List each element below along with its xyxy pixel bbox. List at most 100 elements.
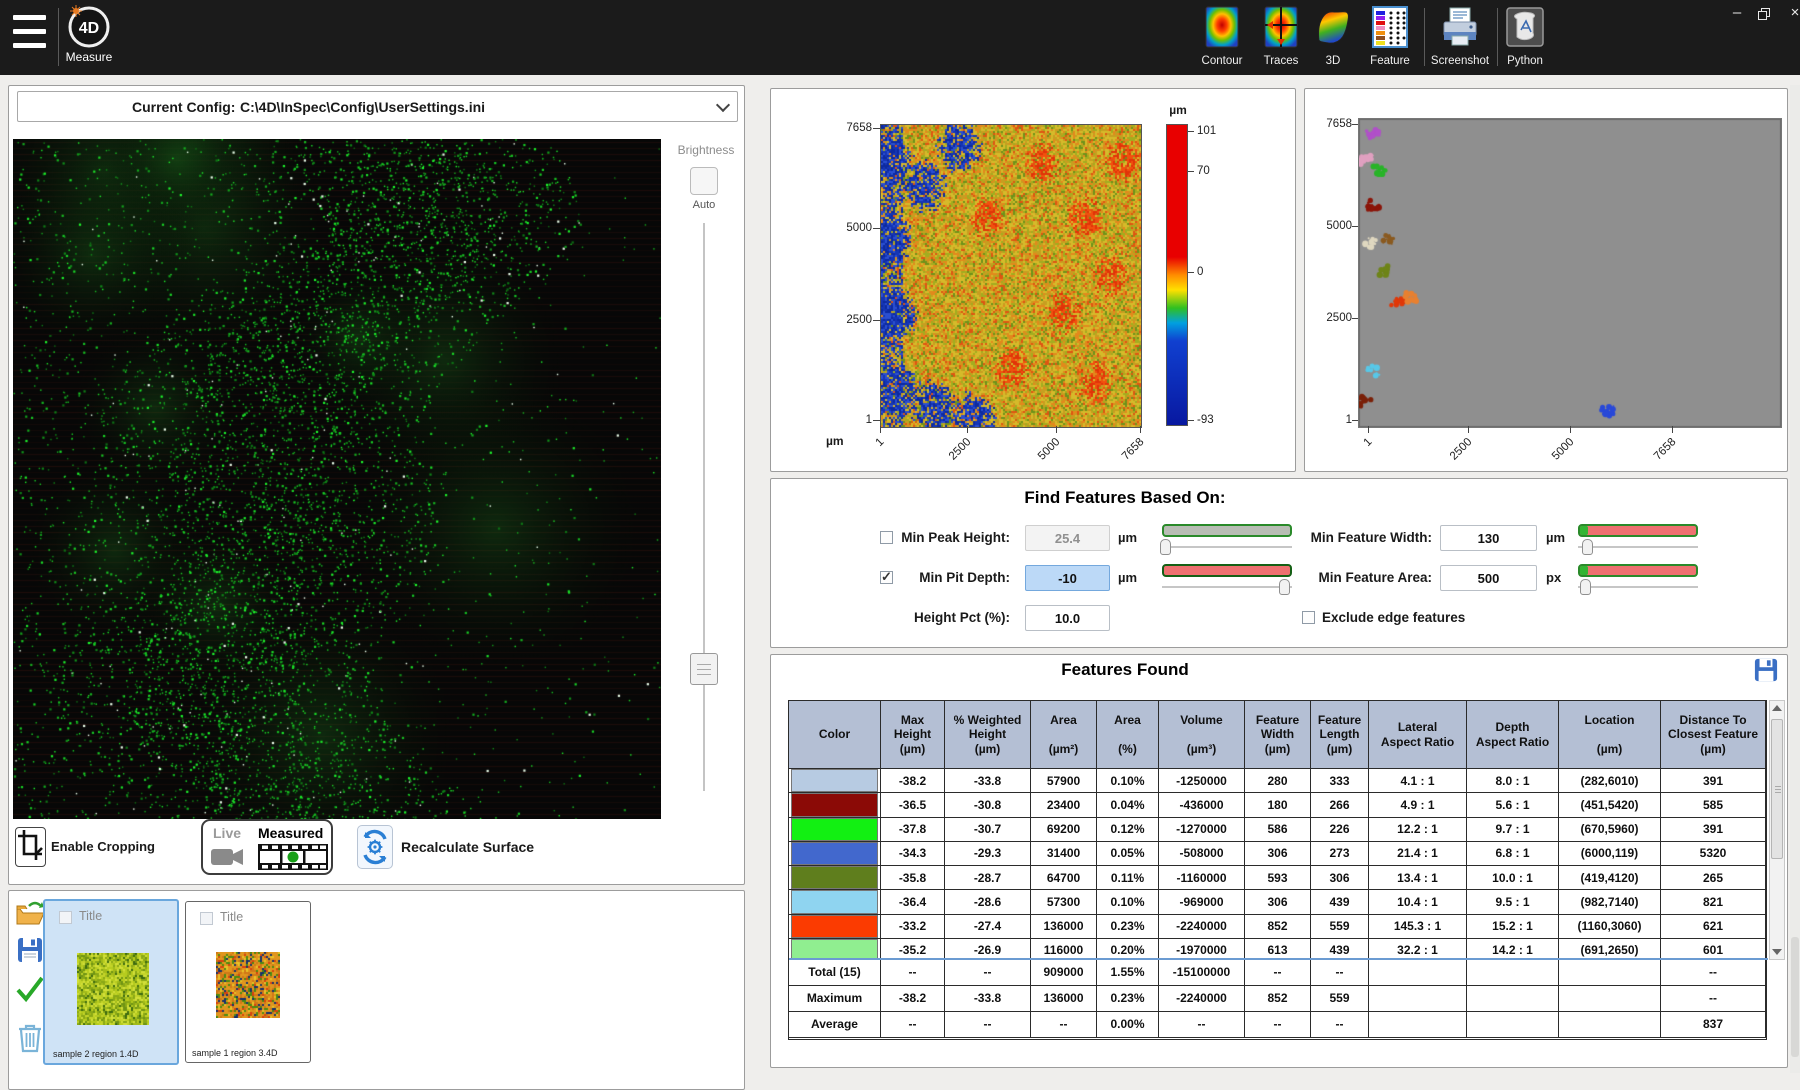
min-feature-area-slider-thumb[interactable] bbox=[1580, 579, 1591, 595]
column-header[interactable]: Volume (µm³) bbox=[1159, 701, 1245, 769]
min-feature-width-input[interactable] bbox=[1440, 525, 1537, 551]
min-peak-height-slider-thumb[interactable] bbox=[1160, 539, 1171, 555]
tick-mark bbox=[1368, 426, 1369, 433]
gallery-item[interactable]: Title sample 2 region 1.4D bbox=[43, 899, 179, 1065]
cell: 306 bbox=[1245, 842, 1311, 866]
thumbnail-image bbox=[216, 952, 280, 1018]
title-checkbox[interactable] bbox=[200, 912, 213, 925]
summary-label-cell: Average bbox=[789, 1012, 881, 1038]
table-row[interactable]: -35.2-26.91160000.20%-197000061343932.2 … bbox=[789, 939, 1768, 958]
tick-mark bbox=[967, 426, 968, 433]
exclude-edge-features-checkbox[interactable] bbox=[1302, 611, 1315, 624]
min-feature-area-input[interactable] bbox=[1440, 565, 1537, 591]
table-row[interactable]: -35.8-28.7647000.11%-116000059330613.4 :… bbox=[789, 866, 1768, 890]
window-scrollbar[interactable] bbox=[1790, 85, 1800, 1073]
column-header[interactable]: Distance To Closest Feature (µm) bbox=[1661, 701, 1766, 769]
y-tick-label: 2500 bbox=[1308, 312, 1352, 324]
toolbar-button-python[interactable]: Python bbox=[1490, 6, 1560, 67]
column-header[interactable]: Feature Width (µm) bbox=[1245, 701, 1311, 769]
save-icon[interactable] bbox=[17, 937, 43, 963]
column-header[interactable]: % Weighted Height (µm) bbox=[945, 701, 1031, 769]
min-feature-area-unit: px bbox=[1546, 570, 1561, 585]
recalculate-surface-button[interactable] bbox=[357, 825, 393, 869]
cell: -1270000 bbox=[1159, 818, 1245, 842]
open-folder-icon[interactable] bbox=[15, 901, 45, 927]
cell: 0.10% bbox=[1097, 890, 1159, 914]
min-pit-depth-slider[interactable] bbox=[1162, 586, 1292, 588]
min-pit-depth-unit: µm bbox=[1118, 570, 1137, 585]
window-scrollbar-thumb[interactable] bbox=[1791, 937, 1799, 1057]
summary-cell bbox=[1559, 960, 1661, 986]
gallery-item[interactable]: Title sample 1 region 3.4D bbox=[185, 901, 311, 1063]
column-header[interactable]: Location (µm) bbox=[1559, 701, 1661, 769]
table-scrollbar-thumb[interactable] bbox=[1771, 719, 1783, 859]
cell: 12.2 : 1 bbox=[1369, 818, 1467, 842]
min-pit-depth-input[interactable] bbox=[1025, 565, 1110, 591]
cell: -30.8 bbox=[945, 793, 1031, 817]
y-tick-label: 1 bbox=[828, 414, 872, 426]
table-scrollbar[interactable] bbox=[1769, 700, 1785, 960]
enable-cropping-button[interactable] bbox=[15, 827, 46, 867]
toolbar-button-feature[interactable]: Feature bbox=[1355, 6, 1425, 67]
tick-mark bbox=[1352, 124, 1358, 125]
min-feature-width-slider-thumb[interactable] bbox=[1582, 539, 1593, 555]
refresh-gear-icon bbox=[358, 826, 392, 868]
brightness-slider-track[interactable] bbox=[703, 223, 705, 791]
config-combobox[interactable]: Current Config: C:\4D\InSpec\Config\User… bbox=[17, 91, 738, 122]
features-location-plot bbox=[1358, 118, 1782, 428]
cell: -33.2 bbox=[881, 915, 945, 939]
table-row[interactable]: -36.5-30.8234000.04%-4360001802664.9 : 1… bbox=[789, 793, 1768, 817]
height-pct-input[interactable] bbox=[1025, 605, 1110, 631]
scroll-down-icon[interactable] bbox=[1772, 949, 1782, 955]
column-header[interactable]: Area (µm²) bbox=[1031, 701, 1097, 769]
menu-hamburger-icon[interactable] bbox=[13, 15, 46, 54]
cell: 5.6 : 1 bbox=[1467, 793, 1559, 817]
apply-check-icon[interactable] bbox=[15, 975, 45, 1003]
cell: 0.04% bbox=[1097, 793, 1159, 817]
live-measured-toggle[interactable]: Live Measured bbox=[201, 819, 333, 875]
toolbar-button-screenshot[interactable]: Screenshot bbox=[1425, 6, 1495, 67]
min-peak-height-slider[interactable] bbox=[1162, 546, 1292, 548]
cell: (451,5420) bbox=[1559, 793, 1661, 817]
brightness-auto-button[interactable] bbox=[690, 167, 718, 195]
feature-color-cell bbox=[789, 915, 881, 939]
tick-mark bbox=[873, 420, 880, 421]
min-pit-depth-slider-thumb[interactable] bbox=[1279, 579, 1290, 595]
min-peak-height-checkbox[interactable] bbox=[880, 531, 893, 544]
table-row[interactable]: -38.2-33.8579000.10%-12500002803334.1 : … bbox=[789, 769, 1768, 793]
window-close-button[interactable]: × bbox=[1784, 4, 1800, 21]
column-header[interactable]: Depth Aspect Ratio bbox=[1467, 701, 1559, 769]
column-header[interactable]: Max Height (µm) bbox=[881, 701, 945, 769]
traces-icon bbox=[1264, 6, 1298, 53]
column-header[interactable]: Feature Length (µm) bbox=[1311, 701, 1369, 769]
summary-cell: -- bbox=[1159, 1012, 1245, 1038]
y-tick-label: 2500 bbox=[828, 314, 872, 326]
table-row[interactable]: -37.8-30.7692000.12%-127000058622612.2 :… bbox=[789, 818, 1768, 842]
min-pit-depth-label: Min Pit Depth: bbox=[898, 570, 1010, 585]
column-header[interactable]: Area (%) bbox=[1097, 701, 1159, 769]
min-peak-height-input[interactable] bbox=[1025, 525, 1110, 551]
config-value: C:\4D\InSpec\Config\UserSettings.ini bbox=[240, 99, 485, 115]
cell: 852 bbox=[1245, 915, 1311, 939]
save-table-icon[interactable] bbox=[1754, 658, 1778, 682]
table-row[interactable]: -34.3-29.3314000.05%-50800030627321.4 : … bbox=[789, 842, 1768, 866]
app-logo-label: Measure bbox=[58, 50, 120, 64]
min-feature-width-slider[interactable] bbox=[1578, 546, 1698, 548]
trash-icon[interactable] bbox=[18, 1023, 42, 1053]
table-row[interactable]: -36.4-28.6573000.10%-96900030643910.4 : … bbox=[789, 890, 1768, 914]
cell: 333 bbox=[1311, 769, 1369, 793]
cell: (670,5960) bbox=[1559, 818, 1661, 842]
min-feature-area-slider[interactable] bbox=[1578, 586, 1698, 588]
column-header[interactable]: Color bbox=[789, 701, 881, 769]
config-label: Current Config: bbox=[132, 99, 235, 115]
scroll-up-icon[interactable] bbox=[1772, 705, 1782, 711]
column-header[interactable]: Lateral Aspect Ratio bbox=[1369, 701, 1467, 769]
title-checkbox[interactable] bbox=[59, 911, 72, 924]
table-row[interactable]: -33.2-27.41360000.23%-2240000852559145.3… bbox=[789, 915, 1768, 939]
min-pit-depth-checkbox[interactable] bbox=[880, 571, 893, 584]
brightness-slider-handle[interactable] bbox=[690, 653, 718, 685]
cell: 391 bbox=[1661, 769, 1766, 793]
tick-mark bbox=[873, 320, 880, 321]
tick-mark bbox=[873, 228, 880, 229]
window-minimize-button[interactable]: – bbox=[1726, 4, 1748, 21]
